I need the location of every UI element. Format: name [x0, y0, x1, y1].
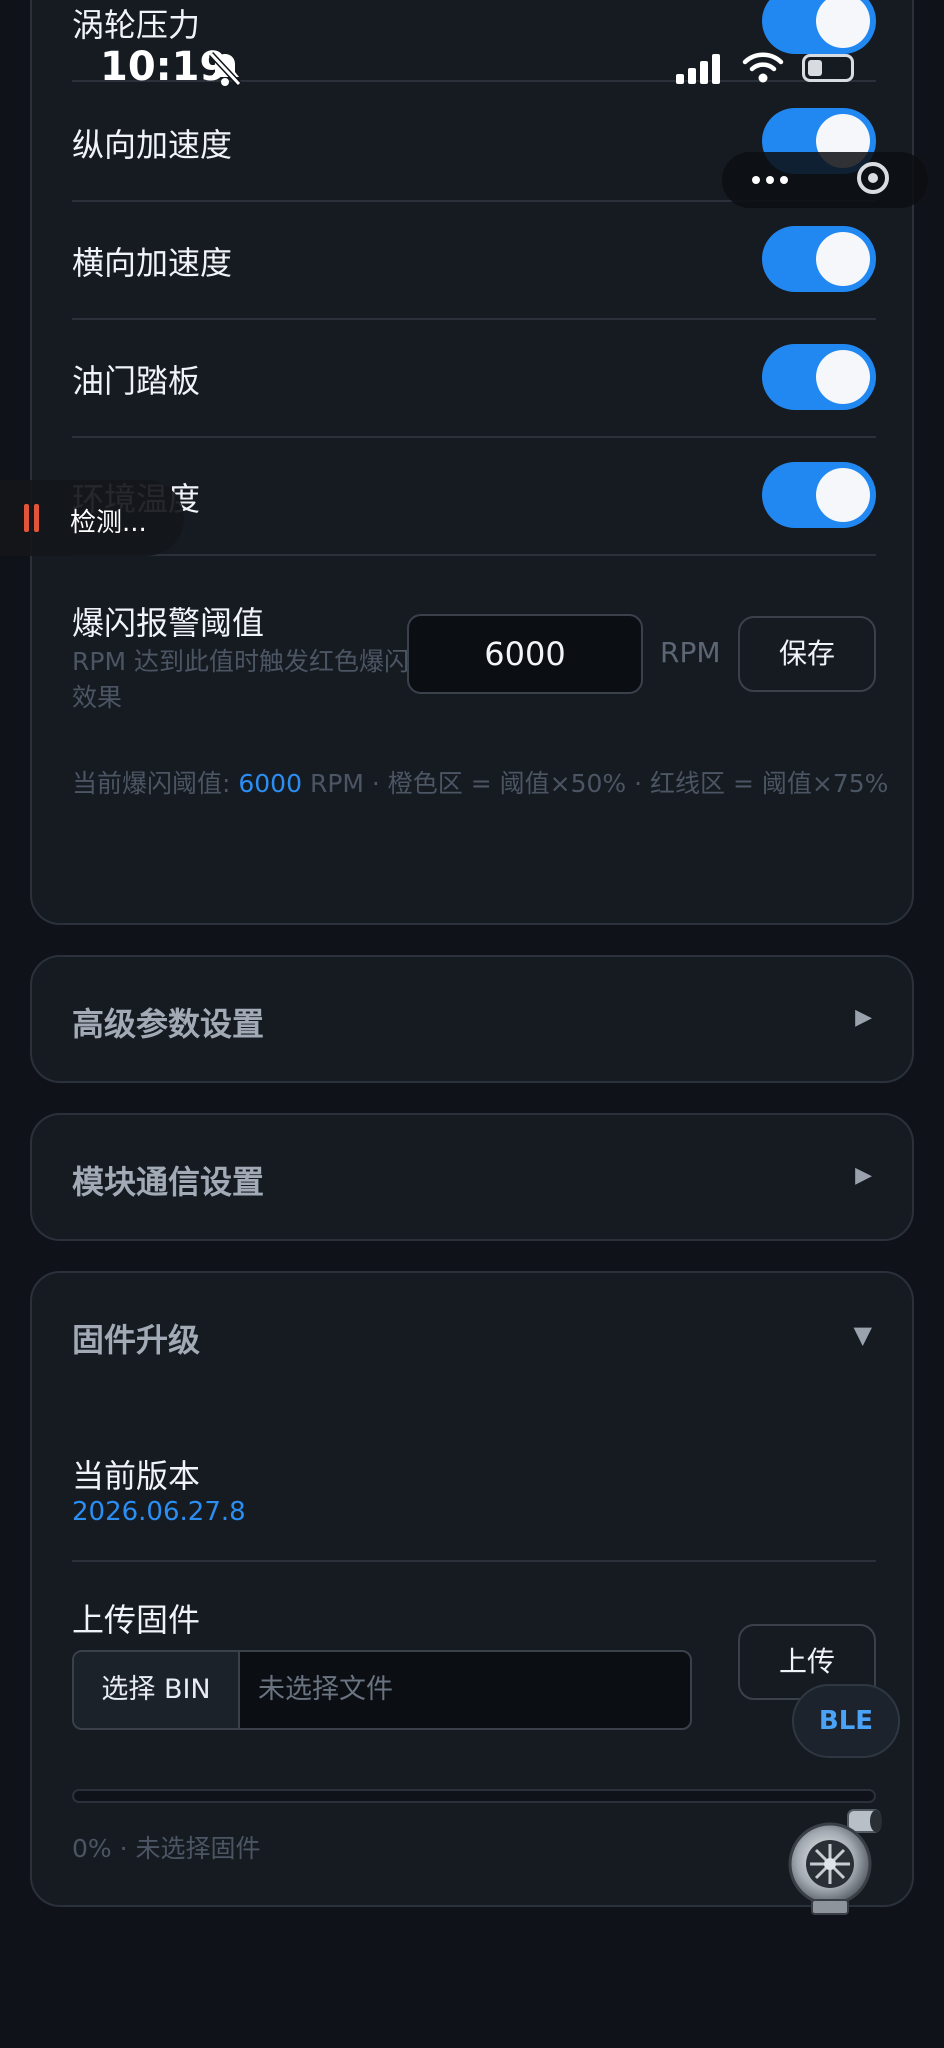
sensor-row-lateral-accel: 横向加速度 — [72, 200, 876, 320]
sensor-label: 涡轮压力 — [72, 6, 201, 44]
choose-file-button[interactable]: 选择 BIN — [74, 1652, 240, 1728]
toggle-knob — [816, 232, 870, 286]
upload-firmware-label: 上传固件 — [72, 1601, 201, 1639]
battery-level — [808, 60, 822, 76]
sensor-row-ambient-temp: 环境温度 — [72, 436, 876, 556]
bell-muted-icon — [208, 51, 242, 87]
flash-threshold-unit: RPM — [660, 636, 721, 669]
throttle-toggle[interactable] — [762, 344, 876, 410]
note-suffix: RPM · 橙色区 = 阈值×50% · 红线区 = 阈值×75% — [302, 769, 889, 798]
firmware-upgrade-section: 固件升级 ▼ 当前版本 2026.06.27.8 上传固件 选择 BIN 未选择… — [30, 1271, 914, 1907]
record-target-icon — [857, 162, 889, 194]
pause-bar — [34, 504, 39, 532]
current-version-value: 2026.06.27.8 — [72, 1497, 246, 1527]
pause-icon — [24, 504, 40, 532]
section-title[interactable]: 固件升级 — [72, 1315, 200, 1361]
file-name-placeholder: 未选择文件 — [258, 1674, 393, 1705]
toggle-knob — [816, 350, 870, 404]
note-threshold-value: 6000 — [238, 769, 302, 798]
section-title: 高级参数设置 — [72, 1005, 265, 1043]
flash-threshold-input[interactable]: 6000 — [407, 614, 643, 694]
turbocharger-icon[interactable] — [786, 1800, 890, 1920]
flash-threshold-note: 当前爆闪阈值: 6000 RPM · 橙色区 = 阈值×50% · 红线区 = … — [72, 764, 892, 804]
comm-settings-section[interactable]: 模块通信设置 ▶ — [30, 1113, 914, 1241]
record-target-core — [868, 173, 878, 183]
collapse-arrow-icon[interactable]: ▼ — [854, 1321, 872, 1349]
dot — [780, 176, 788, 184]
sensor-label: 横向加速度 — [72, 244, 233, 282]
save-button[interactable]: 保存 — [738, 616, 876, 692]
upload-progress-bar — [72, 1789, 876, 1803]
sensor-row-throttle: 油门踏板 — [72, 318, 876, 438]
floating-assistant-pill[interactable] — [722, 152, 928, 208]
file-input[interactable]: 选择 BIN 未选择文件 — [72, 1650, 692, 1730]
advanced-settings-section[interactable]: 高级参数设置 ▶ — [30, 955, 914, 1083]
signal-icon — [676, 54, 720, 84]
toggle-knob — [816, 468, 870, 522]
sensor-label: 油门踏板 — [72, 362, 201, 400]
dot — [766, 176, 774, 184]
divider — [72, 1560, 876, 1562]
screen-recording-pill[interactable]: 检测... — [0, 480, 184, 556]
note-prefix: 当前爆闪阈值: — [72, 769, 239, 798]
display-settings-card: 涡轮压力 纵向加速度 横向加速度 油门踏板 环境温度 爆闪报警阈值 RPM 达到… — [30, 0, 914, 925]
sensor-label: 纵向加速度 — [72, 126, 233, 164]
flash-alert-description: RPM 达到此值时触发红色爆闪效果 — [72, 647, 409, 712]
progress-status: 0% · 未选择固件 — [72, 1834, 261, 1863]
flash-alert-title: 爆闪报警阈值 — [72, 604, 265, 642]
dot — [752, 176, 760, 184]
recording-label: 检测... — [70, 508, 147, 538]
ambient-temp-toggle[interactable] — [762, 462, 876, 528]
battery-icon — [802, 54, 854, 82]
section-title: 模块通信设置 — [72, 1163, 265, 1201]
expand-arrow-icon: ▶ — [855, 1005, 872, 1030]
toggle-knob — [816, 0, 870, 48]
turbo-pressure-toggle[interactable] — [762, 0, 876, 54]
pause-bar — [24, 504, 29, 532]
wifi-icon — [742, 52, 784, 83]
lateral-accel-toggle[interactable] — [762, 226, 876, 292]
current-version-label: 当前版本 — [72, 1457, 201, 1495]
expand-arrow-icon: ▶ — [855, 1163, 872, 1188]
ble-button[interactable]: BLE — [792, 1684, 900, 1758]
